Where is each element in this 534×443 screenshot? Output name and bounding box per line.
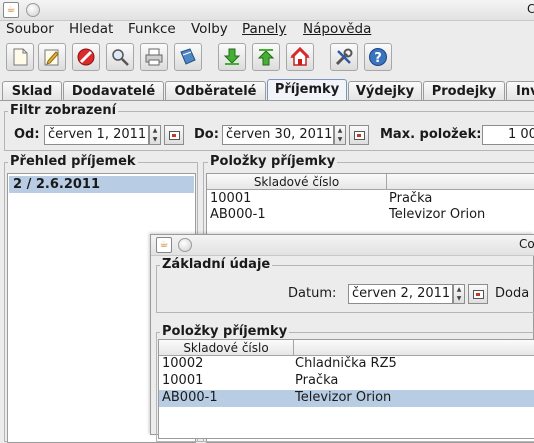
export-button[interactable] — [252, 43, 280, 71]
tab-inventura[interactable]: Inv — [506, 81, 534, 100]
to-date-field[interactable]: červen 30, 2011 — [222, 125, 334, 145]
dialog-menu-button[interactable] — [178, 238, 192, 252]
column-header-name[interactable]: N — [387, 174, 534, 190]
delete-button[interactable] — [72, 43, 100, 71]
date-calendar-button[interactable] — [468, 284, 488, 304]
import-icon — [223, 48, 241, 65]
overview-title: Přehled příjemek — [8, 154, 138, 169]
menu-volby[interactable]: Volby — [191, 21, 228, 37]
calendar-icon — [473, 290, 484, 299]
export-icon — [257, 49, 275, 66]
date-label: Datum: — [288, 286, 337, 301]
dialog-items-title: Položky příjemky — [160, 324, 290, 339]
date-field[interactable]: červen 2, 2011 — [348, 284, 453, 304]
toolbar: ? — [0, 40, 534, 78]
table-cell[interactable]: 10001 — [160, 373, 203, 389]
items-title: Položky příjemky — [208, 154, 338, 169]
to-label: Do: — [194, 127, 219, 142]
supplier-label: Doda — [495, 286, 530, 301]
table-cell[interactable]: 10001 — [208, 191, 251, 207]
from-label: Od: — [14, 127, 40, 142]
table-cell[interactable]: Chladnička RZ5 — [293, 356, 397, 372]
menu-napoveda[interactable]: Nápověda — [303, 21, 371, 37]
table-cell[interactable]: Pračka — [293, 373, 338, 389]
java-app-icon: ☕ — [3, 2, 19, 18]
menu-bar: Soubor Hledat Funkce Volby Panely Nápově… — [0, 20, 534, 40]
home-icon — [290, 47, 310, 66]
menu-hledat[interactable]: Hledat — [69, 21, 113, 37]
edit-icon — [44, 49, 59, 66]
receipt-dialog: ☕ Co Základní údaje Datum: červen 2, 201… — [150, 234, 534, 442]
max-items-field[interactable]: 1 00 — [482, 125, 534, 145]
new-document-icon — [13, 48, 28, 66]
tools-button[interactable] — [330, 43, 358, 71]
from-date-calendar-button[interactable] — [164, 125, 184, 145]
tools-icon — [335, 48, 353, 66]
print-button[interactable] — [140, 43, 168, 71]
table-cell[interactable]: Televizor Orion — [293, 390, 391, 406]
tab-sklad[interactable]: Sklad — [2, 81, 62, 100]
import-button[interactable] — [218, 43, 246, 71]
table-cell[interactable]: Televizor Orion — [387, 207, 485, 223]
calendar-icon — [354, 131, 365, 140]
java-app-icon: ☕ — [156, 237, 172, 253]
menu-panely[interactable]: Panely — [242, 21, 286, 37]
tab-prijemky[interactable]: Příjemky — [267, 79, 347, 101]
tab-divider — [0, 100, 534, 101]
column-header-stock-number[interactable]: Skladové číslo — [159, 340, 294, 356]
menu-soubor[interactable]: Soubor — [6, 21, 54, 37]
edit-button[interactable] — [38, 43, 66, 71]
tab-strip: Sklad Dodavatelé Odběratelé Příjemky Výd… — [0, 79, 534, 101]
window-menu-button[interactable] — [26, 3, 40, 17]
window-title: C — [527, 2, 534, 16]
table-cell[interactable]: AB000-1 — [208, 207, 266, 223]
new-button[interactable] — [6, 43, 34, 71]
print-icon — [145, 48, 163, 66]
basic-info-title: Základní údaje — [160, 257, 273, 272]
help-icon: ? — [369, 48, 387, 66]
from-date-spinner[interactable]: ▲ ▼ — [149, 125, 161, 145]
search-icon — [112, 49, 129, 66]
table-cell[interactable]: Pračka — [387, 191, 432, 207]
list-item[interactable]: 2 / 2.6.2011 — [9, 176, 194, 193]
delete-icon — [77, 48, 95, 66]
tab-prodejky[interactable]: Prodejky — [423, 81, 505, 100]
filter-title: Filtr zobrazení — [8, 103, 119, 118]
book-icon — [180, 48, 196, 65]
column-header-name[interactable] — [294, 340, 534, 356]
dialog-title-bar: ☕ Co — [151, 235, 534, 256]
table-cell[interactable]: 10002 — [160, 356, 203, 372]
main-title-bar: ☕ C — [0, 0, 534, 21]
help-button[interactable]: ? — [364, 43, 392, 71]
menu-funkce[interactable]: Funkce — [128, 21, 176, 37]
calendar-icon — [169, 131, 180, 140]
to-date-calendar-button[interactable] — [349, 125, 369, 145]
date-spinner[interactable]: ▲ ▼ — [453, 284, 465, 304]
svg-text:?: ? — [374, 51, 382, 66]
from-date-field[interactable]: červen 1, 2011 — [44, 125, 149, 145]
max-items-label: Max. položek: — [380, 127, 482, 142]
tab-odberatele[interactable]: Odběratelé — [165, 81, 266, 100]
home-button[interactable] — [286, 43, 314, 71]
column-header-stock-number[interactable]: Skladové číslo — [207, 174, 387, 190]
dialog-title: Co — [519, 237, 534, 251]
tab-vydejky[interactable]: Výdejky — [348, 81, 422, 100]
dialog-items-table: Skladové číslo 10002 Chladnička RZ5 1000… — [158, 339, 534, 439]
tab-dodavatele[interactable]: Dodavatelé — [63, 81, 164, 100]
table-cell[interactable]: AB000-1 — [160, 390, 218, 406]
search-button[interactable] — [106, 43, 134, 71]
to-date-spinner[interactable]: ▲ ▼ — [334, 125, 346, 145]
book-button[interactable] — [174, 43, 202, 71]
